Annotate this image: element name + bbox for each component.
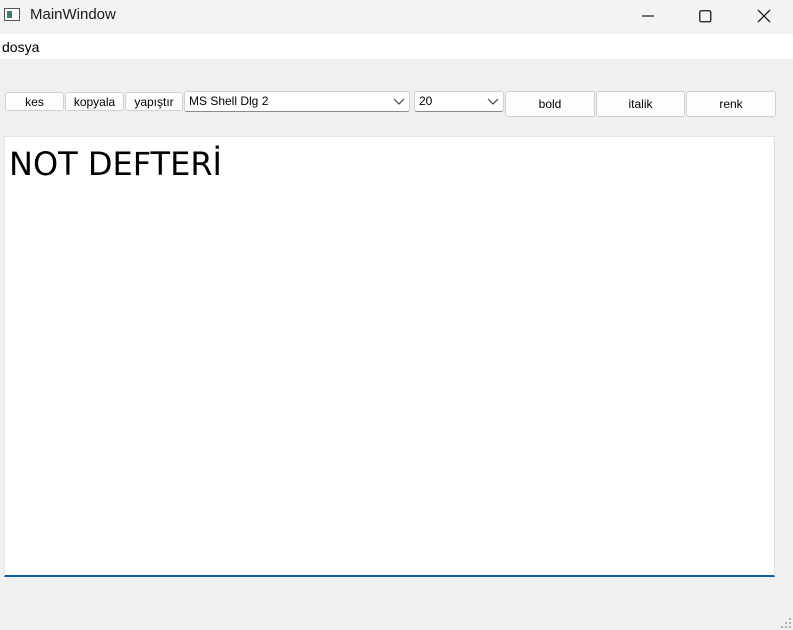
menu-bar: dosya (0, 34, 793, 59)
menu-item-dosya[interactable]: dosya (2, 39, 39, 55)
text-editor[interactable]: NOT DEFTERİ (4, 136, 775, 577)
copy-button[interactable]: kopyala (65, 92, 124, 111)
chevron-down-icon (487, 98, 499, 105)
close-icon (757, 9, 771, 23)
maximize-button[interactable] (682, 0, 728, 32)
minimize-button[interactable] (625, 0, 671, 32)
title-bar: MainWindow (0, 0, 793, 33)
editor-content: NOT DEFTERİ (9, 145, 222, 183)
cut-button[interactable]: kes (5, 92, 64, 111)
font-size-value: 20 (419, 94, 433, 108)
font-family-value: MS Shell Dlg 2 (189, 94, 269, 108)
minimize-icon (642, 15, 654, 17)
font-family-select[interactable]: MS Shell Dlg 2 (184, 91, 410, 112)
italic-button[interactable]: italik (596, 91, 685, 117)
paste-button[interactable]: yapıştır (125, 92, 183, 111)
window-title: MainWindow (30, 6, 116, 23)
color-button[interactable]: renk (686, 91, 776, 117)
close-button[interactable] (741, 0, 787, 32)
maximize-icon (698, 9, 711, 22)
app-window-icon (4, 8, 20, 21)
font-size-select[interactable]: 20 (414, 91, 504, 112)
resize-grip-icon[interactable] (780, 617, 792, 629)
bold-button[interactable]: bold (505, 91, 595, 117)
chevron-down-icon (393, 98, 405, 105)
